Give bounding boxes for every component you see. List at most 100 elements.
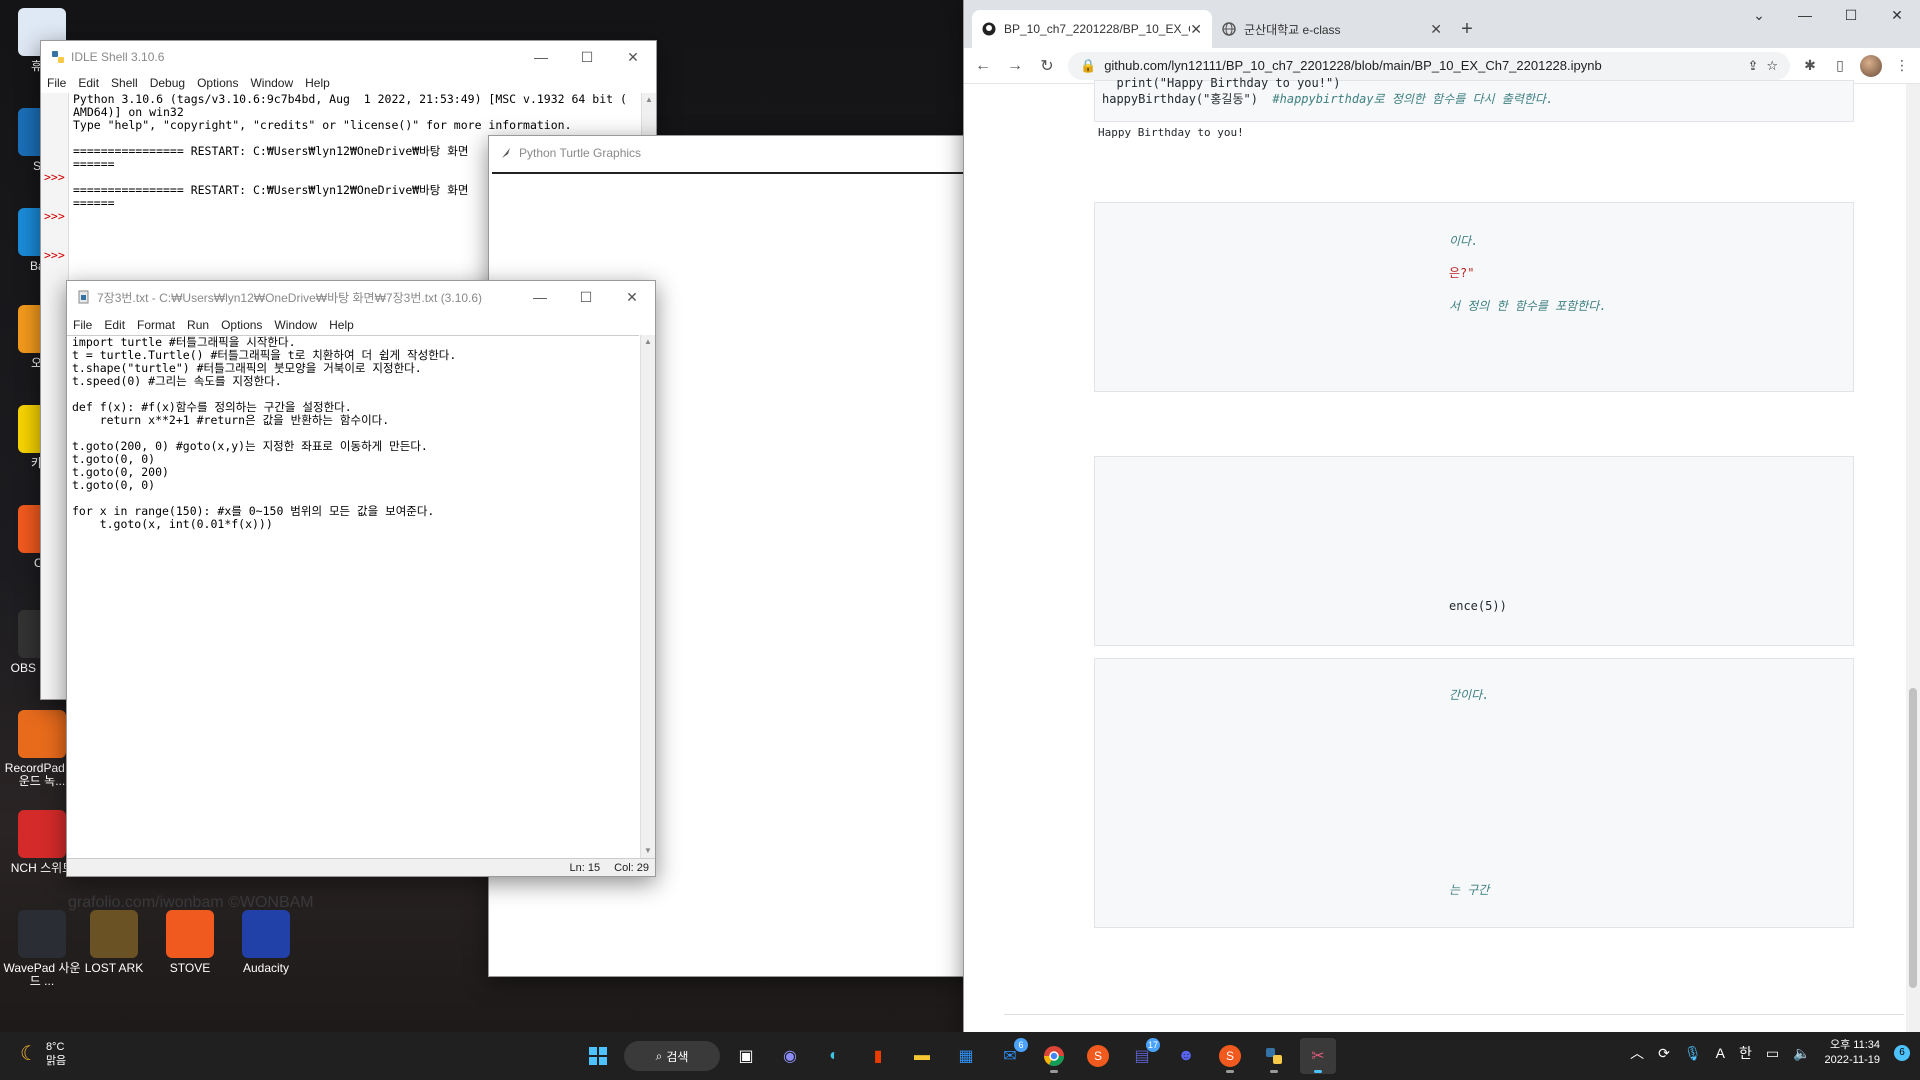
shell-prompt: >>> (44, 170, 65, 184)
menu-edit[interactable]: Edit (72, 76, 105, 90)
new-tab-button[interactable]: + (1452, 10, 1482, 48)
snipping-tool-icon[interactable]: ✂ (1300, 1038, 1336, 1074)
system-tray: ︿ ⟳ 🎙 A 한 ▭ 🔈 오후 11:34 2022-11-19 6 (1630, 1038, 1910, 1068)
cell-output: Happy Birthday to you! (1098, 126, 1244, 139)
side-panel-icon[interactable]: ▯ (1830, 57, 1850, 74)
code-fragment: 이다. (1449, 234, 1479, 248)
sync-icon[interactable]: ⟳ (1658, 1045, 1670, 1062)
minimize-button[interactable]: — (517, 281, 563, 313)
menu-run[interactable]: Run (181, 318, 215, 332)
wavepad-icon (18, 910, 66, 958)
scroll-down-arrow-icon[interactable]: ▼ (641, 844, 655, 858)
menu-window[interactable]: Window (244, 76, 299, 90)
menu-help[interactable]: Help (299, 76, 336, 90)
maximize-button[interactable]: ☐ (564, 41, 610, 73)
start-windows-icon[interactable] (580, 1038, 616, 1074)
menu-shell[interactable]: Shell (105, 76, 144, 90)
maximize-button[interactable]: ☐ (563, 281, 609, 313)
menu-edit[interactable]: Edit (98, 318, 131, 332)
tab-github-notebook[interactable]: BP_10_ch7_2201228/BP_10_EX_C ✕ (972, 10, 1212, 48)
bookmark-star-icon[interactable]: ☆ (1766, 58, 1778, 74)
volume-icon[interactable]: 🔈 (1793, 1045, 1810, 1062)
python-icon[interactable] (1256, 1038, 1292, 1074)
stove-launcher-icon[interactable]: S (1212, 1038, 1248, 1074)
menu-options[interactable]: Options (191, 76, 244, 90)
menu-file[interactable]: File (41, 76, 72, 90)
editor-statusbar: Ln: 15 Col: 29 (67, 858, 655, 876)
github-notebook-page[interactable]: print("Happy Birthday to you!") happyBir… (964, 76, 1920, 1032)
search-button[interactable]: ⌕ 검색 (624, 1041, 720, 1071)
edge-icon[interactable]: ◐ (816, 1038, 852, 1074)
teams-chat-icon[interactable]: ◉ (772, 1038, 808, 1074)
profile-avatar[interactable] (1860, 54, 1882, 77)
page-scrollbar[interactable] (1906, 84, 1920, 1032)
menu-help[interactable]: Help (323, 318, 360, 332)
code-fragment: 는 구간 (1449, 883, 1490, 897)
mail-icon[interactable]: ✉ 6 (992, 1038, 1028, 1074)
task-view-icon[interactable]: ▣ (728, 1038, 764, 1074)
extensions-icon[interactable]: ✱ (1800, 57, 1820, 74)
menu-kebab-icon[interactable]: ⋮ (1892, 57, 1912, 74)
weather-temp: 8°C (45, 1041, 65, 1053)
close-button[interactable]: ✕ (609, 281, 655, 313)
maximize-button[interactable]: ☐ (1828, 0, 1874, 30)
code-fragment: 간이다. (1449, 688, 1490, 702)
tab-close-icon[interactable]: ✕ (1190, 21, 1202, 38)
menu-options[interactable]: Options (215, 318, 268, 332)
menu-format[interactable]: Format (131, 318, 181, 332)
ime-letter[interactable]: A (1716, 1045, 1725, 1061)
clock-date: 2022-11-19 (1824, 1054, 1880, 1066)
file-explorer-icon[interactable]: ▬ (904, 1038, 940, 1074)
code-line: t.goto(x, int(0.01*f(x))) (72, 517, 273, 531)
network-icon[interactable]: ▭ (1766, 1045, 1779, 1062)
chrome-icon[interactable] (1036, 1038, 1072, 1074)
menu-window[interactable]: Window (268, 318, 323, 332)
desktop-icon-audacity[interactable]: Audacity (224, 910, 308, 975)
tab-search-chevron-icon[interactable]: ⌄ (1736, 0, 1782, 30)
editor-scrollbar[interactable]: ▲ ▼ (640, 335, 655, 858)
reload-button[interactable]: ↻ (1036, 56, 1058, 76)
window-title: IDLE Shell 3.10.6 (71, 50, 165, 64)
desktop-icon-lostark[interactable]: LOST ARK (72, 910, 156, 975)
code-editor-area[interactable]: import turtle #터틀그래픽을 시작한다. t = turtle.T… (67, 335, 639, 858)
weather-widget[interactable]: ☾ 8°C 맑음 (20, 1040, 66, 1068)
minimize-button[interactable]: — (518, 41, 564, 73)
scroll-up-arrow-icon[interactable]: ▲ (641, 335, 655, 349)
idle-shell-titlebar[interactable]: IDLE Shell 3.10.6 — ☐ ✕ (41, 41, 656, 73)
menu-debug[interactable]: Debug (144, 76, 191, 90)
close-button[interactable]: ✕ (1874, 0, 1920, 30)
tab-close-icon[interactable]: ✕ (1430, 21, 1442, 38)
clock[interactable]: 오후 11:34 2022-11-19 (1825, 1038, 1880, 1068)
ime-korean[interactable]: 한 (1739, 1043, 1752, 1063)
lostark-icon (90, 910, 138, 958)
close-button[interactable]: ✕ (610, 41, 656, 73)
minimize-button[interactable]: — (1782, 0, 1828, 30)
editor-titlebar[interactable]: 7장3번.txt - C:₩Users₩lyn12₩OneDrive₩바탕 화면… (67, 281, 655, 313)
tab-eclass[interactable]: 군산대학교 e-class ✕ (1212, 10, 1452, 48)
idle-editor-window[interactable]: 7장3번.txt - C:₩Users₩lyn12₩OneDrive₩바탕 화면… (66, 280, 656, 877)
forward-button[interactable]: → (1004, 57, 1026, 75)
status-line: Ln: 15 (569, 861, 601, 874)
back-button[interactable]: ← (972, 57, 994, 75)
desktop-icon-stove[interactable]: STOVE (148, 910, 232, 975)
discord-icon[interactable]: ☻ (1168, 1038, 1204, 1074)
office-icon[interactable]: ▮ (860, 1038, 896, 1074)
menu-file[interactable]: File (67, 318, 98, 332)
code-line: t.goto(200, 0) #goto(x,y)는 지정한 좌표로 이동하게 … (72, 439, 428, 453)
chevron-up-icon[interactable]: ︿ (1630, 1043, 1644, 1063)
store-icon[interactable]: ▦ (948, 1038, 984, 1074)
url-text: github.com/lyn12111/BP_10_ch7_2201228/bl… (1104, 58, 1602, 73)
moon-icon: ☾ (20, 1043, 38, 1065)
scroll-thumb[interactable] (1909, 688, 1917, 988)
stove-icon[interactable]: S (1080, 1038, 1116, 1074)
desktop-icon-label: Audacity (242, 961, 290, 975)
browser-window-controls: ⌄ — ☐ ✕ (1736, 0, 1920, 30)
microphone-icon[interactable]: 🎙 (1684, 1045, 1702, 1062)
share-icon[interactable]: ⇪ (1747, 58, 1758, 74)
taskbar: ☾ 8°C 맑음 ⌕ 검색 ▣ ◉ ◐ ▮ ▬ ▦ ✉ 6 S ▤ 17 ☻ S ✂ … (0, 1032, 1920, 1080)
scroll-up-arrow-icon[interactable]: ▲ (642, 93, 656, 107)
teams-icon[interactable]: ▤ 17 (1124, 1038, 1160, 1074)
chrome-browser-window[interactable]: BP_10_ch7_2201228/BP_10_EX_C ✕ 군산대학교 e-c… (963, 0, 1920, 1032)
notification-badge[interactable]: 6 (1894, 1045, 1910, 1061)
code-print-line: print("Happy Birthday to you!") (1102, 76, 1341, 90)
